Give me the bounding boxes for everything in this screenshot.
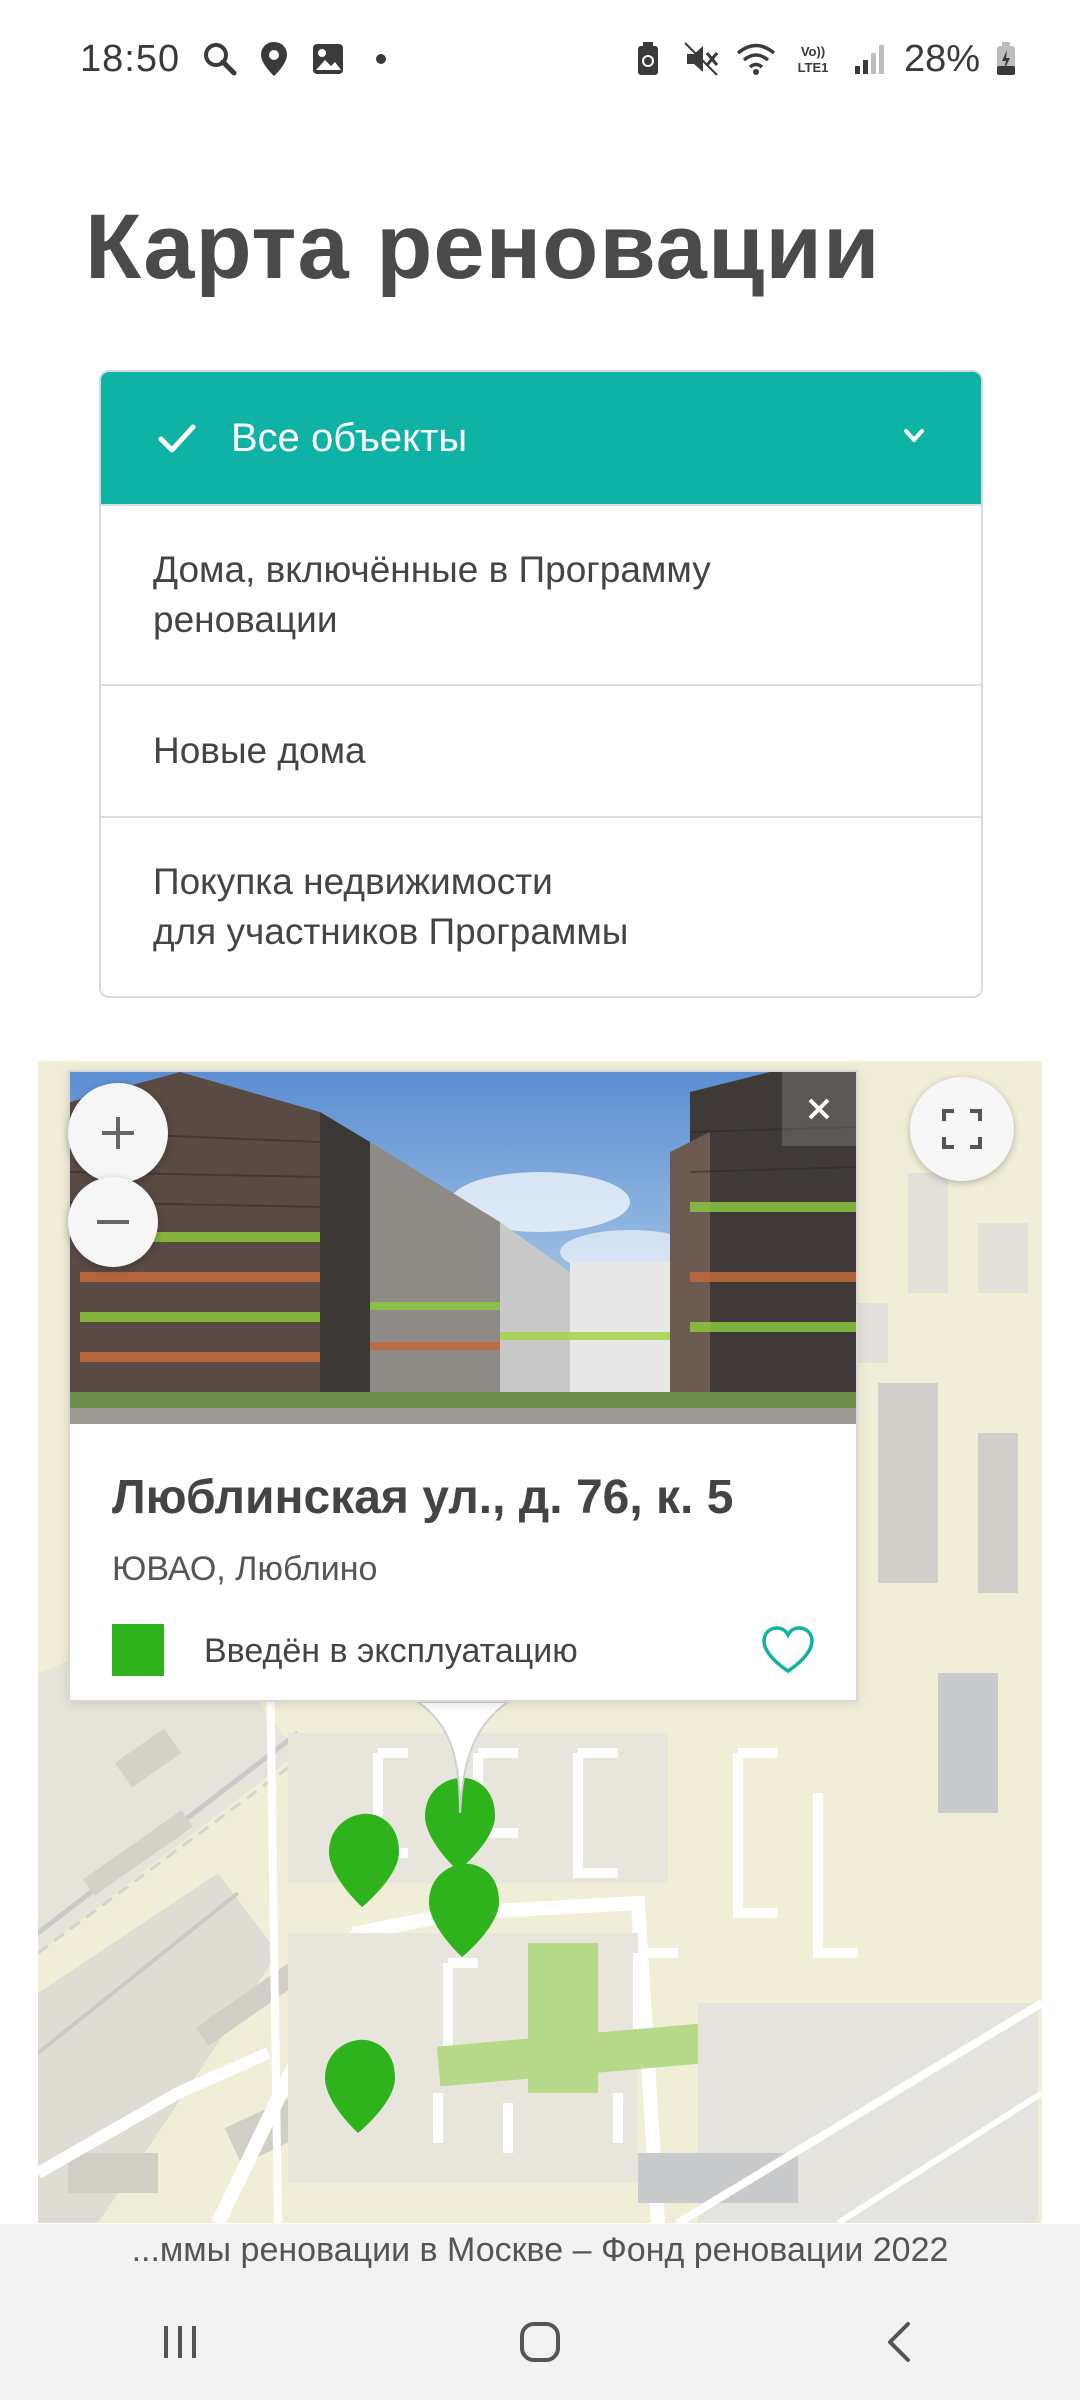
svg-text:Vo)): Vo)) bbox=[801, 44, 825, 59]
volte-icon: Vo)) LTE1 bbox=[790, 39, 836, 79]
notification-dot bbox=[376, 54, 387, 64]
chevron-down-icon bbox=[899, 416, 929, 461]
filter-option-property-purchase[interactable]: Покупка недвижимости для участников Прог… bbox=[101, 816, 981, 996]
building-popup: Люблинская ул., д. 76, к. 5 ЮВАО, Люблин… bbox=[68, 1070, 858, 1702]
favorite-button[interactable] bbox=[758, 1622, 818, 1678]
object-filter: Все объекты Дома, включённые в Программу… bbox=[99, 370, 983, 998]
status-time: 18:50 bbox=[80, 37, 181, 80]
map-marker[interactable] bbox=[429, 1863, 499, 1957]
filter-option-line: для участников Программы bbox=[153, 911, 629, 952]
zoom-in-button[interactable] bbox=[68, 1083, 168, 1183]
recent-apps-icon bbox=[164, 2326, 196, 2358]
building-photo bbox=[70, 1072, 856, 1424]
recent-apps-button[interactable] bbox=[120, 2302, 240, 2382]
filter-option-renovation-houses[interactable]: Дома, включённые в Программу реновации bbox=[101, 504, 981, 684]
battery-percent: 28% bbox=[903, 37, 980, 80]
search-icon bbox=[200, 39, 240, 79]
battery-saver-icon bbox=[628, 39, 668, 79]
filter-option-line: Новые дома bbox=[153, 730, 366, 771]
wifi-icon bbox=[736, 39, 776, 79]
minus-icon bbox=[97, 1220, 129, 1224]
gallery-icon bbox=[308, 39, 348, 79]
zoom-out-button[interactable] bbox=[68, 1177, 158, 1267]
system-navigation-bar bbox=[0, 2284, 1080, 2400]
heart-icon bbox=[762, 1626, 814, 1674]
popup-district: ЮВАО, Люблино bbox=[112, 1550, 378, 1588]
status-bar: 18:50 Vo)) LTE1 28% bbox=[0, 0, 1080, 118]
fullscreen-icon bbox=[942, 1109, 982, 1149]
renovation-map[interactable]: Люблинская ул., д. 76, к. 5 ЮВАО, Люблин… bbox=[38, 1053, 1042, 2223]
map-marker[interactable] bbox=[329, 1813, 399, 1907]
plus-icon bbox=[102, 1117, 134, 1149]
home-button[interactable] bbox=[480, 2302, 600, 2382]
filter-option-line: Дома, включённые в Программу bbox=[153, 549, 711, 590]
mute-icon bbox=[682, 39, 722, 79]
battery-icon bbox=[994, 39, 1018, 79]
home-icon bbox=[520, 2322, 560, 2362]
filter-option-line: реновации bbox=[153, 599, 338, 640]
signal-icon bbox=[850, 39, 890, 79]
fullscreen-button[interactable] bbox=[910, 1077, 1014, 1181]
popup-close-button[interactable] bbox=[782, 1072, 856, 1146]
filter-all-objects[interactable]: Все объекты bbox=[101, 372, 981, 504]
popup-address: Люблинская ул., д. 76, к. 5 bbox=[112, 1471, 734, 1524]
back-button[interactable] bbox=[840, 2302, 960, 2382]
close-icon bbox=[808, 1098, 830, 1120]
filter-option-new-houses[interactable]: Новые дома bbox=[101, 684, 981, 816]
page-title: Карта реновации bbox=[85, 196, 881, 298]
filter-selected-label: Все объекты bbox=[231, 415, 468, 460]
back-icon bbox=[888, 2322, 910, 2362]
browser-page-title: ...ммы реновации в Москве – Фонд реновац… bbox=[0, 2224, 1080, 2284]
popup-status: Введён в эксплуатацию bbox=[204, 1632, 578, 1670]
status-bar-right: Vo)) LTE1 28% bbox=[628, 38, 1018, 81]
check-icon bbox=[153, 414, 201, 462]
map-marker[interactable] bbox=[325, 2039, 395, 2133]
status-color-swatch bbox=[112, 1624, 164, 1676]
svg-text:LTE1: LTE1 bbox=[798, 60, 829, 75]
filter-option-line: Покупка недвижимости bbox=[153, 861, 553, 902]
location-icon bbox=[254, 39, 294, 79]
status-bar-left: 18:50 bbox=[80, 37, 387, 81]
